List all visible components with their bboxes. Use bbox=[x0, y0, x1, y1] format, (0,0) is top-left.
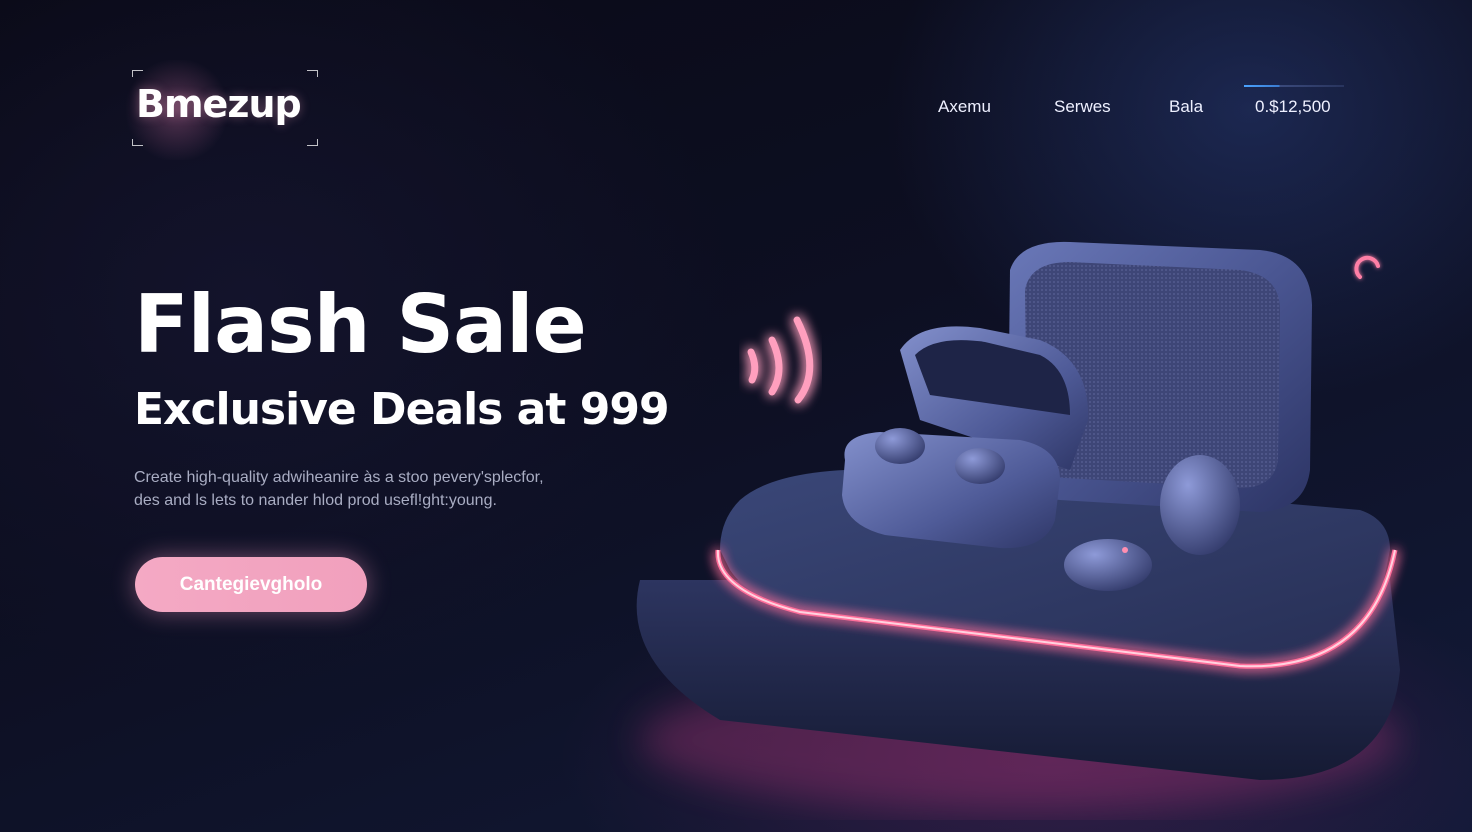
main-nav: Axemu Serwes Bala 0.$12,500 bbox=[0, 97, 1472, 121]
earbud-case bbox=[842, 326, 1089, 549]
nav-active-indicator bbox=[1244, 85, 1344, 87]
hero-subtitle: Exclusive Deals at 999 bbox=[134, 384, 670, 435]
earbud-right bbox=[1160, 455, 1240, 555]
logo-corner-mark bbox=[307, 70, 318, 77]
nav-item-axemu[interactable]: Axemu bbox=[938, 97, 991, 117]
earbud-led bbox=[1122, 547, 1128, 553]
sound-wave-icon bbox=[747, 316, 814, 404]
hero-description-line: Create high-quality adwiheanire às a sto… bbox=[134, 469, 544, 486]
cta-button[interactable]: Cantegievgholo bbox=[135, 557, 367, 612]
nav-item-serwes[interactable]: Serwes bbox=[1054, 97, 1111, 117]
earbud-left bbox=[1064, 539, 1152, 591]
hero-description: Create high-quality adwiheanire às a sto… bbox=[134, 466, 614, 512]
logo-corner-mark bbox=[132, 70, 143, 77]
hero-description-line: des and ls lets to nander hlod prod usef… bbox=[134, 492, 497, 509]
logo-corner-mark bbox=[307, 139, 318, 146]
logo-corner-mark bbox=[132, 139, 143, 146]
nav-item-bala[interactable]: Bala bbox=[1169, 97, 1203, 117]
product-illustration bbox=[636, 241, 1400, 810]
nav-item-price[interactable]: 0.$12,500 bbox=[1255, 97, 1331, 117]
hero-title: Flash Sale bbox=[134, 278, 587, 371]
